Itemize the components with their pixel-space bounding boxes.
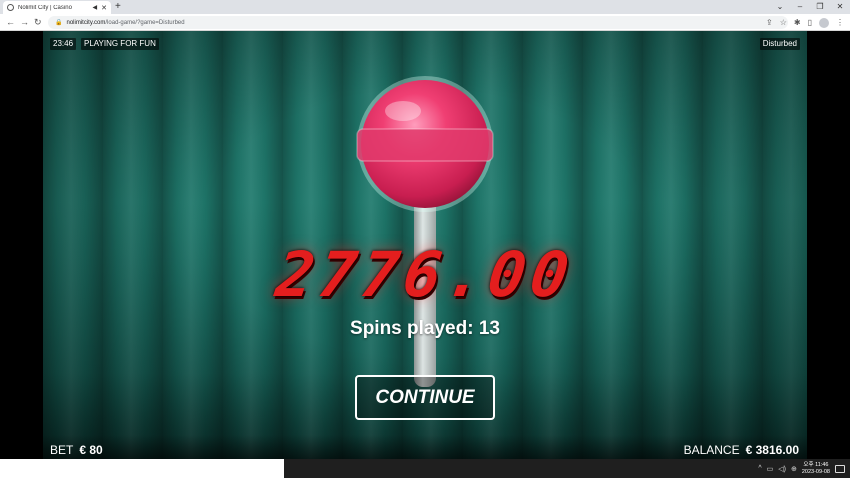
notification-icon[interactable] <box>835 464 845 473</box>
bet-display[interactable]: BET € 80 <box>50 443 103 457</box>
continue-button[interactable]: CONTINUE <box>355 375 495 420</box>
back-icon[interactable]: ← <box>6 14 15 31</box>
new-tab-button[interactable]: + <box>115 1 121 13</box>
blank-area <box>0 459 284 478</box>
speaker-icon[interactable]: ◀ <box>93 4 98 11</box>
address-toolbar: ← → ↻ 🔒 nolimitcity.com/load-game/?game=… <box>0 14 850 31</box>
forward-icon[interactable]: → <box>20 14 29 31</box>
spins-played-text: Spins played: 13 <box>350 318 500 339</box>
win-amount-display: 2776.00 <box>271 238 579 311</box>
lock-icon[interactable]: 🔒 <box>55 19 62 26</box>
volume-icon[interactable]: ◁) <box>778 465 786 473</box>
clock-date: 2023-09-08 <box>801 468 830 475</box>
browser-tab[interactable]: Nolimit City | Casino ◀ ✕ <box>3 1 111 14</box>
bet-value: € 80 <box>79 443 103 457</box>
game-canvas[interactable]: 23:46 PLAYING FOR FUN Disturbed 2776.00 … <box>43 31 807 459</box>
url-text[interactable]: nolimitcity.com/load-game/?game=Disturbe… <box>66 20 184 26</box>
balance-value: € 3816.00 <box>745 443 799 457</box>
star-icon[interactable]: ☆ <box>780 18 787 27</box>
tab-title: Nolimit City | Casino <box>18 4 72 11</box>
window-close-button[interactable]: ✕ <box>830 0 850 14</box>
clock-label: 23:46 <box>50 38 77 50</box>
taskbar: ^ ▭ ◁) ⊕ 오후 11:46 2023-09-08 <box>284 459 850 478</box>
share-icon[interactable]: ⇪ <box>766 18 773 27</box>
sidepanel-icon[interactable]: ▯ <box>808 18 812 27</box>
tray-chevron-icon[interactable]: ^ <box>758 465 761 472</box>
game-name-label: Disturbed <box>759 38 800 50</box>
globe-icon <box>7 4 14 11</box>
network-icon[interactable]: ▭ <box>767 465 774 473</box>
browser-tools: ⇪ ☆ ✱ ▯ ⋮ <box>766 14 844 31</box>
taskbar-clock[interactable]: 오후 11:46 2023-09-08 <box>802 462 830 476</box>
profile-icon[interactable] <box>819 17 829 28</box>
browser-tabbar: Nolimit City | Casino ◀ ✕ + ⌄ – ❐ ✕ <box>0 0 850 14</box>
window-controls: ⌄ – ❐ ✕ <box>770 0 850 14</box>
language-icon[interactable]: ⊕ <box>791 465 797 473</box>
balance-display: BALANCE € 3816.00 <box>684 443 799 457</box>
reload-icon[interactable]: ↻ <box>34 14 42 31</box>
system-tray: ^ ▭ ◁) ⊕ 오후 11:46 2023-09-08 <box>758 459 850 478</box>
minimize-button[interactable]: – <box>790 0 810 14</box>
balance-label: BALANCE <box>683 443 740 457</box>
bet-label: BET <box>50 443 74 457</box>
play-mode-label: PLAYING FOR FUN <box>81 38 159 50</box>
clock-time: 오후 11:46 <box>803 461 829 468</box>
address-bar[interactable]: 🔒 nolimitcity.com/load-game/?game=Distur… <box>48 16 788 29</box>
close-icon[interactable]: ✕ <box>101 4 107 12</box>
menu-icon[interactable]: ⋮ <box>836 18 844 27</box>
extensions-icon[interactable]: ✱ <box>794 18 801 27</box>
restore-button[interactable]: ❐ <box>810 0 830 14</box>
tab-search-button[interactable]: ⌄ <box>770 0 790 14</box>
